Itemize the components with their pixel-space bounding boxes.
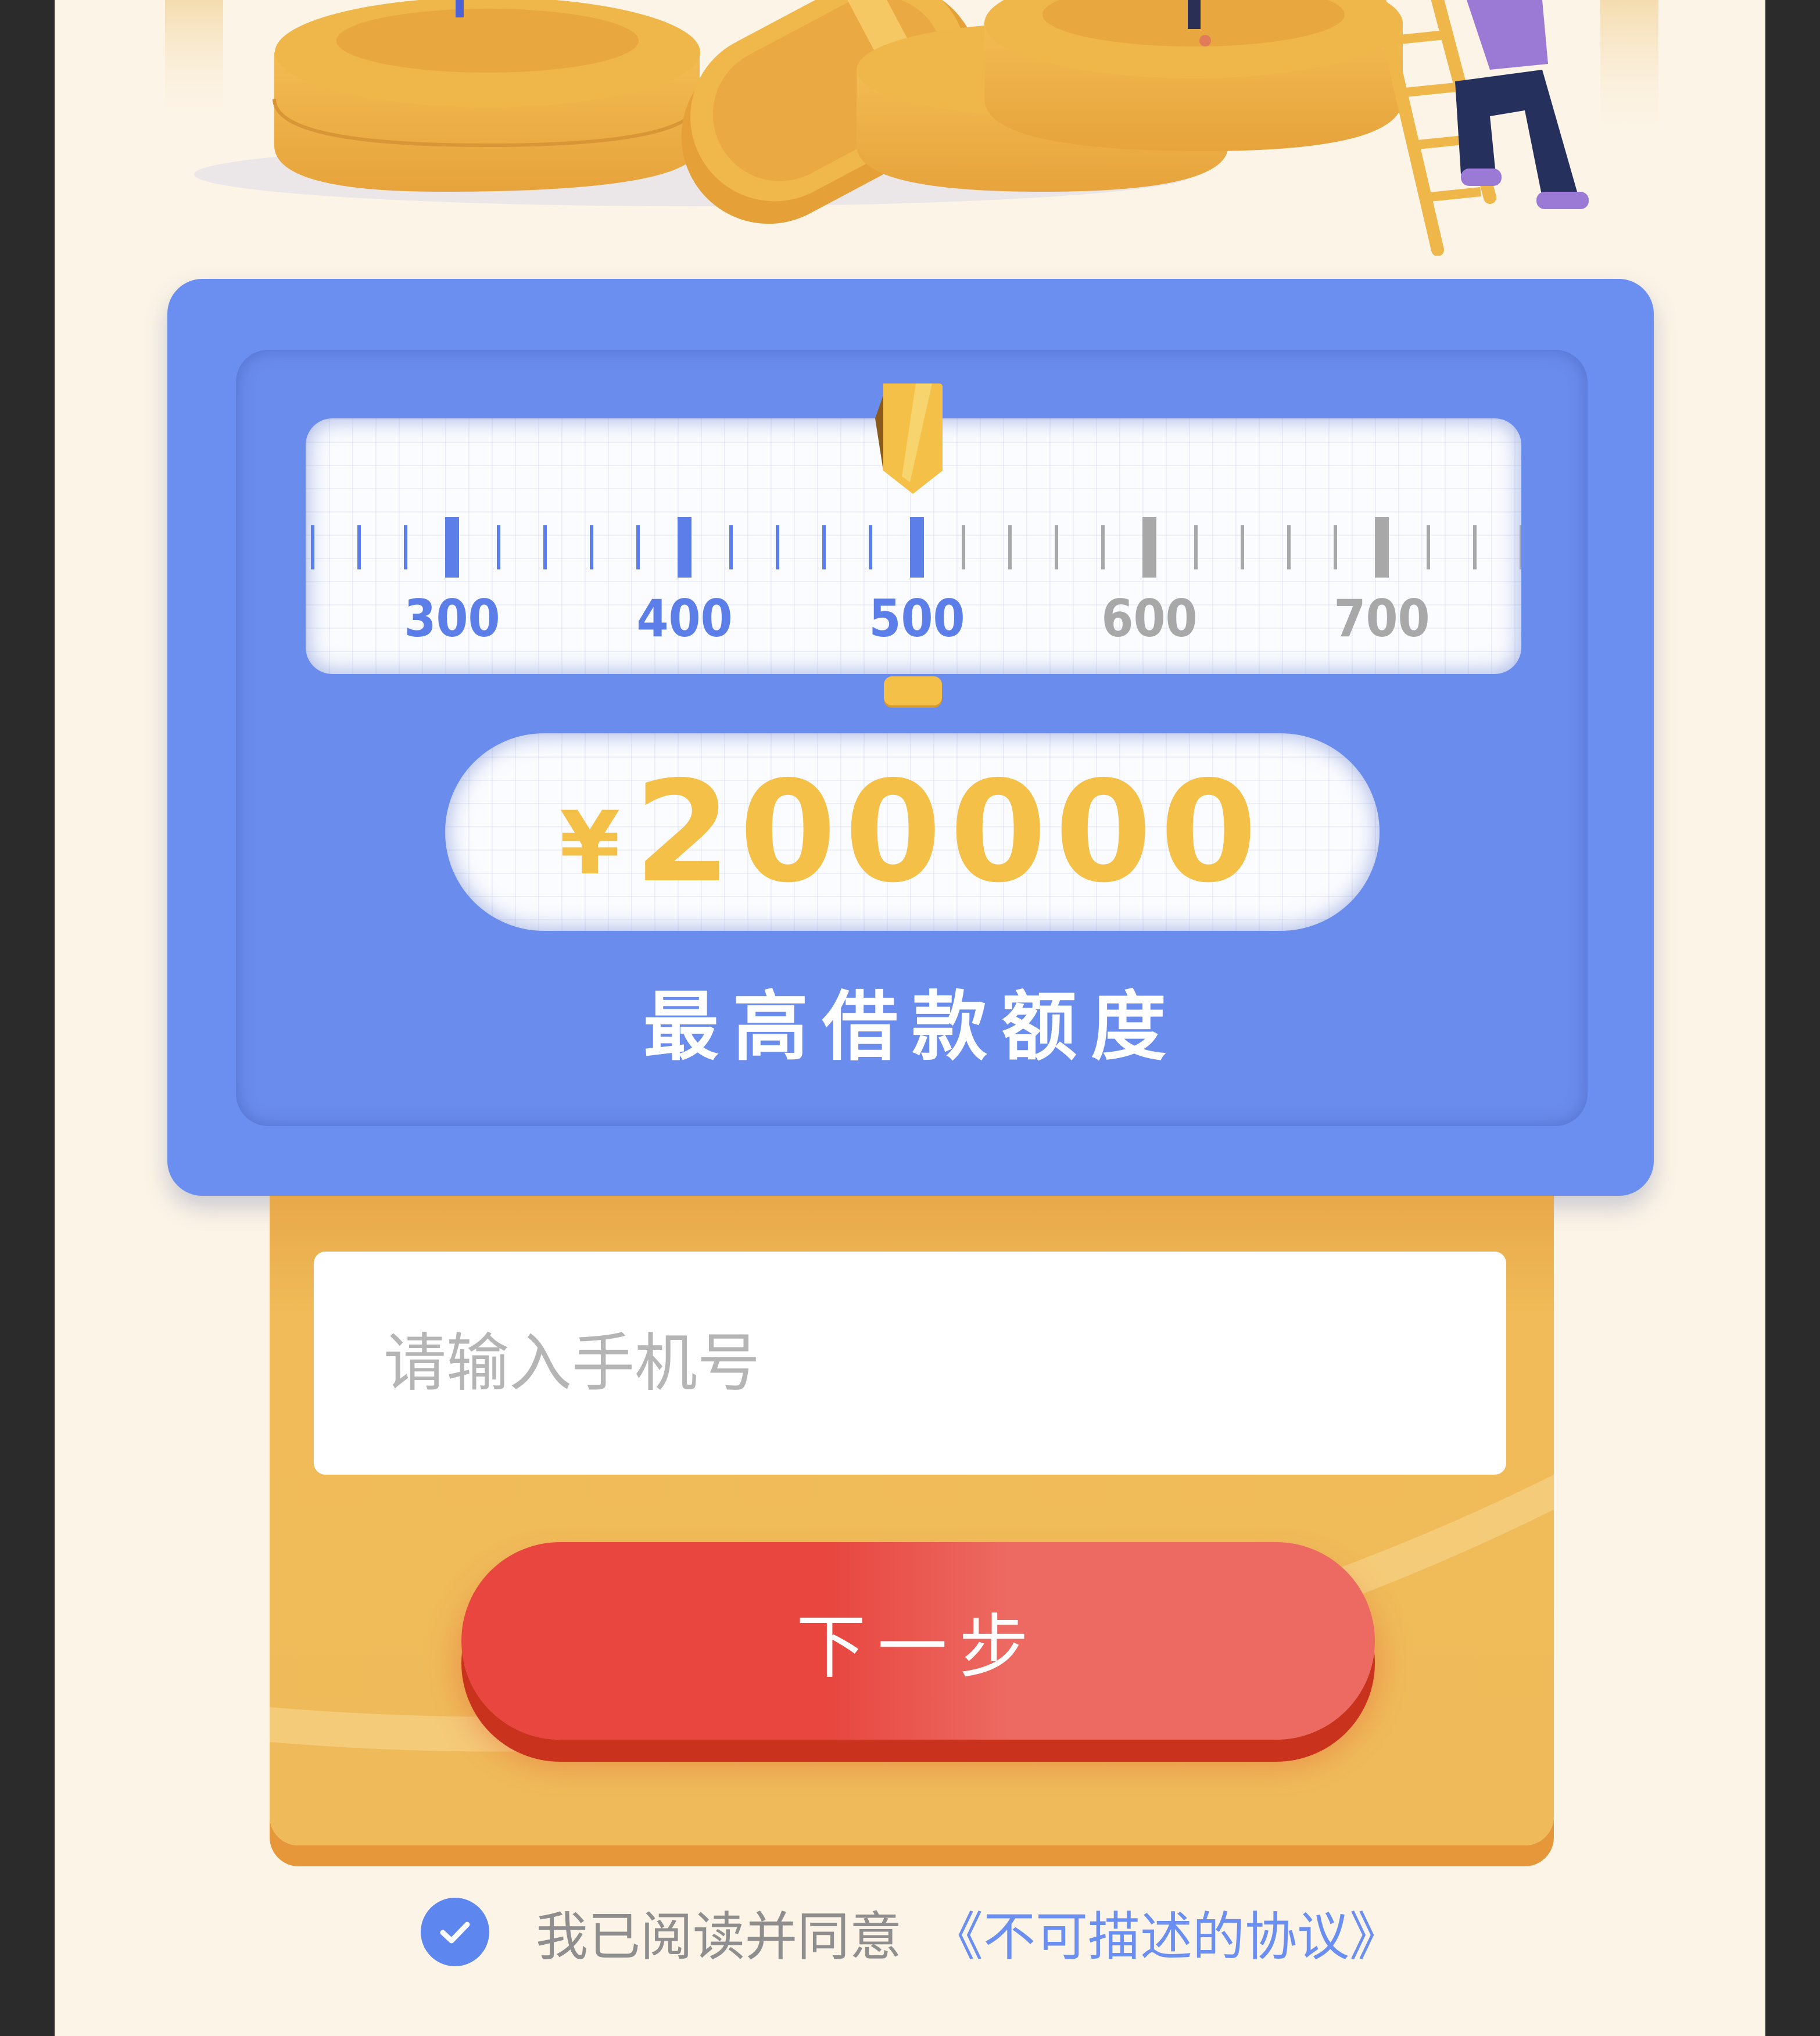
slider-pointer-bottom <box>884 676 942 705</box>
ruler-minor-tick <box>822 525 826 569</box>
ruler-minor-tick <box>869 525 872 569</box>
ruler-minor-tick <box>404 525 407 569</box>
ruler-minor-tick <box>1334 525 1337 569</box>
coins-illustration-art <box>165 0 1658 256</box>
next-step-button[interactable]: 下一步 <box>461 1542 1375 1740</box>
agreement-row: 我已阅读并同意 《不可描述的协议》 <box>421 1894 1402 1970</box>
amount-display: ¥ 200000 <box>445 733 1380 931</box>
check-circle-icon[interactable] <box>421 1898 489 1966</box>
ruler-tick-label: 500 <box>869 589 965 648</box>
ruler-minor-tick <box>543 525 547 569</box>
ruler-tick-label: 300 <box>404 589 500 648</box>
ruler-minor-tick <box>636 525 640 569</box>
ruler-minor-tick <box>1241 525 1244 569</box>
ruler-minor-tick <box>1101 525 1105 569</box>
slider-pointer-icon[interactable] <box>869 383 945 500</box>
ruler-major-tick <box>678 517 692 578</box>
loan-landing-page: 300 400 500 600 700 ¥ 200000 最高借款额度 下一步 <box>55 0 1765 2036</box>
phone-form-panel: 下一步 <box>270 1196 1554 1845</box>
loan-amount-card-inner: 300 400 500 600 700 ¥ 200000 最高借款额度 <box>236 350 1588 1126</box>
ruler-minor-tick <box>1520 525 1521 569</box>
phone-input[interactable] <box>314 1252 1506 1475</box>
ruler-major-tick <box>910 517 924 578</box>
ruler-major-tick <box>1142 517 1156 578</box>
coins-illustration <box>55 0 1765 256</box>
ruler-tick-label: 700 <box>1334 589 1430 648</box>
max-loan-caption: 最高借款额度 <box>643 983 1180 1071</box>
ruler-minor-tick <box>1427 525 1430 569</box>
ruler-minor-tick <box>357 525 361 569</box>
ruler-tick-label: 400 <box>636 589 732 648</box>
ruler-minor-tick <box>729 525 733 569</box>
agreement-link[interactable]: 《不可描述的协议》 <box>931 1894 1402 1970</box>
check-mark-icon <box>440 1922 470 1944</box>
ruler-minor-tick <box>776 525 779 569</box>
ruler-minor-tick <box>962 525 965 569</box>
ruler-minor-tick <box>497 525 500 569</box>
ruler-minor-tick <box>1473 525 1477 569</box>
ruler-minor-tick <box>1055 525 1058 569</box>
agreement-text: 我已阅读并同意 <box>536 1906 902 1967</box>
ruler-tick-label: 600 <box>1101 589 1197 648</box>
ruler-minor-tick <box>1008 525 1012 569</box>
loan-amount-card: 300 400 500 600 700 ¥ 200000 最高借款额度 <box>167 279 1654 1196</box>
currency-symbol: ¥ <box>559 793 621 894</box>
amount-value: 200000 <box>634 751 1266 913</box>
ruler-major-tick <box>445 517 459 578</box>
ruler-minor-tick <box>1287 525 1291 569</box>
ruler-minor-tick <box>590 525 593 569</box>
ruler-minor-tick <box>1194 525 1198 569</box>
ruler-major-tick <box>1375 517 1389 578</box>
ruler-minor-tick <box>311 525 314 569</box>
